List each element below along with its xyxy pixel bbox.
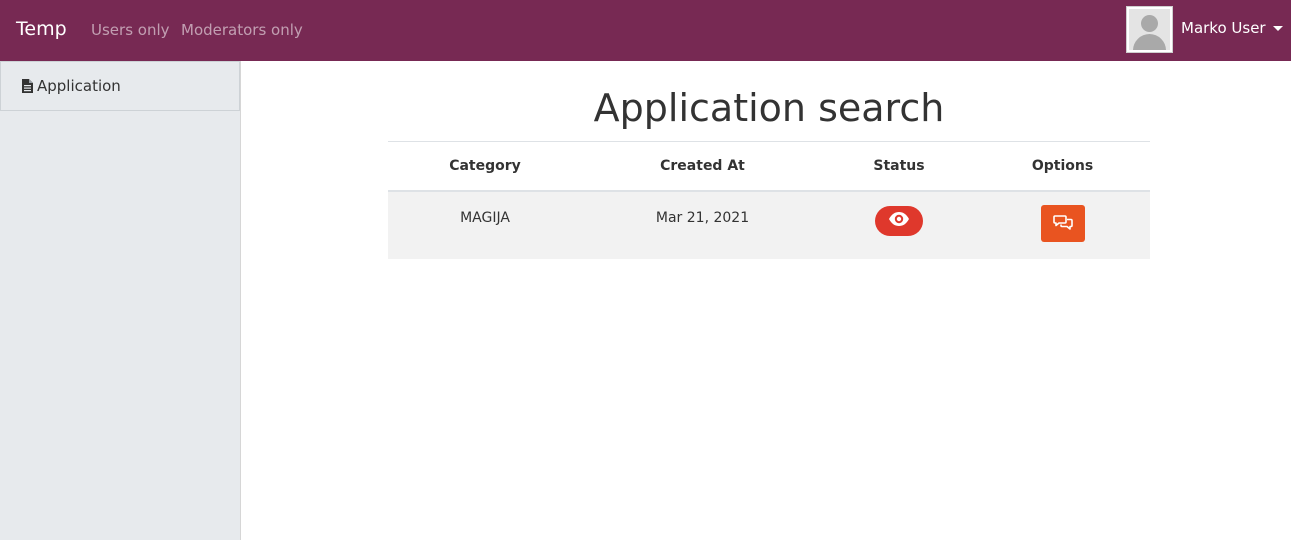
avatar-placeholder-icon [1129, 9, 1170, 50]
brand-link[interactable]: Temp [16, 18, 67, 40]
cell-category: MAGIJA [388, 190, 582, 259]
cell-options [975, 190, 1150, 259]
user-name: Marko User [1181, 19, 1266, 37]
column-header-status: Status [823, 141, 975, 192]
comments-icon [1052, 214, 1073, 233]
avatar[interactable] [1126, 6, 1173, 53]
nav-moderators-only[interactable]: Moderators only [181, 21, 303, 39]
column-header-created-at: Created At [582, 141, 823, 192]
cell-created-at: Mar 21, 2021 [582, 190, 823, 259]
table-header-row: Category Created At Status Options [388, 141, 1150, 192]
column-header-category: Category [388, 141, 582, 192]
eye-icon [888, 211, 910, 230]
sidebar-item-application[interactable]: Application [0, 61, 240, 111]
applications-table: Category Created At Status Options MAGIJ… [388, 141, 1150, 259]
sidebar-item-label: Application [37, 77, 121, 95]
table-row: MAGIJA Mar 21, 2021 [388, 190, 1150, 259]
caret-down-icon [1272, 25, 1283, 31]
file-icon [22, 79, 33, 93]
comments-button[interactable] [1040, 204, 1085, 242]
page-title: Application search [593, 86, 945, 130]
nav-users-only[interactable]: Users only [91, 21, 170, 39]
navbar: Temp Users only Moderators only Marko Us… [0, 0, 1291, 61]
user-menu-toggle[interactable]: Marko User [1181, 19, 1283, 37]
column-header-options: Options [975, 141, 1150, 192]
sidebar: Application [0, 61, 241, 540]
view-status-button[interactable] [875, 205, 923, 236]
cell-status [823, 190, 975, 259]
